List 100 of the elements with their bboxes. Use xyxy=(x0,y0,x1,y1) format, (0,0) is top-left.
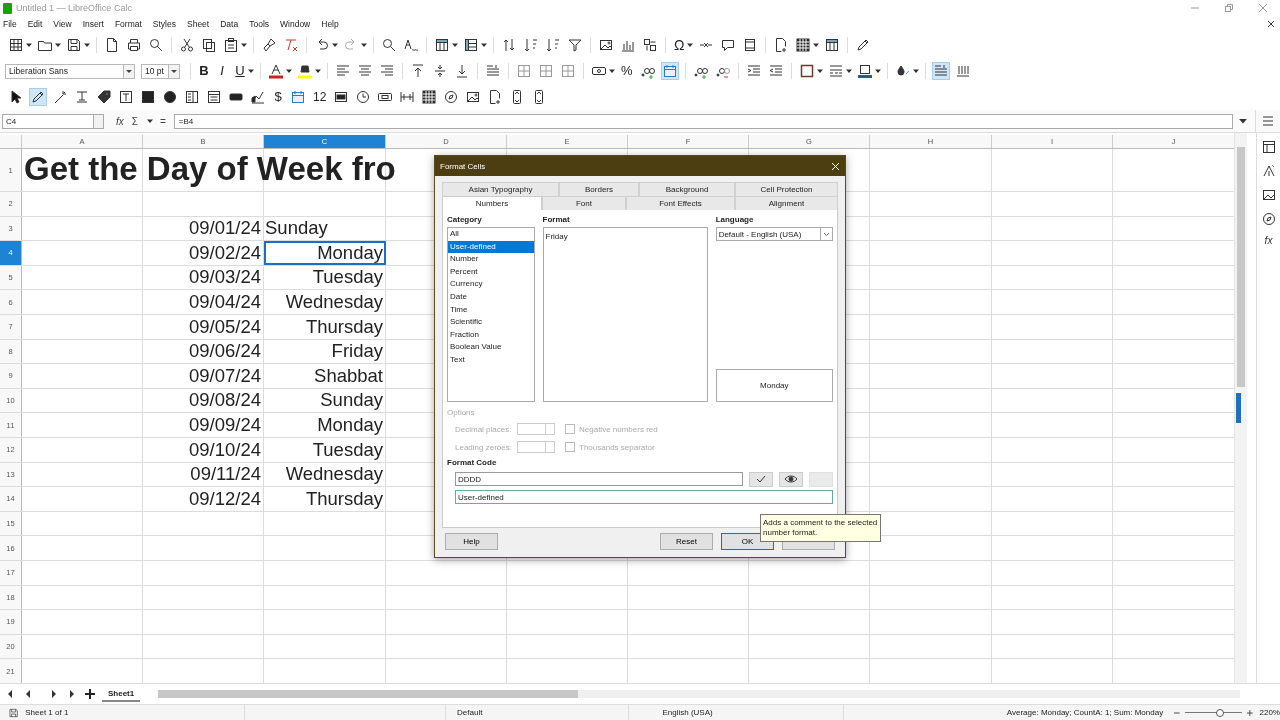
sum-button[interactable]: Σ xyxy=(131,115,138,127)
horizontal-scrollbar[interactable] xyxy=(158,690,1240,698)
pointer-icon[interactable] xyxy=(8,89,24,105)
navigator-icon[interactable] xyxy=(443,89,460,105)
caret-icon[interactable] xyxy=(480,41,488,49)
vertical-text-icon[interactable] xyxy=(954,63,971,79)
label-icon[interactable] xyxy=(74,89,90,105)
help-button[interactable]: Help xyxy=(445,533,498,550)
caret-icon[interactable] xyxy=(331,41,339,49)
dialog-tab[interactable]: Cell Protection xyxy=(735,182,838,196)
merge-cells-icon[interactable] xyxy=(516,63,532,79)
list-item[interactable]: Friday xyxy=(543,231,707,244)
pencil-icon[interactable] xyxy=(30,89,46,105)
grid-icon[interactable] xyxy=(8,37,24,53)
dropdown-button[interactable] xyxy=(124,63,135,79)
combo-box-icon[interactable] xyxy=(333,89,350,105)
caret-icon[interactable] xyxy=(844,67,853,75)
font-name-field[interactable]: Liberation Sans xyxy=(5,63,124,79)
menu-item[interactable]: Tools xyxy=(249,19,269,29)
align-middle-icon[interactable] xyxy=(432,63,448,79)
caret-icon[interactable] xyxy=(360,41,368,49)
currency-field-button[interactable]: $ xyxy=(273,89,283,105)
reset-button[interactable]: Reset xyxy=(660,533,713,550)
sort-descending-icon[interactable] xyxy=(523,37,539,53)
special-character-button[interactable]: Ω xyxy=(674,37,685,53)
menu-item[interactable]: Window xyxy=(280,19,311,29)
menu-item[interactable]: Edit xyxy=(27,19,43,29)
caret-icon[interactable] xyxy=(815,67,824,75)
align-center-icon[interactable] xyxy=(357,63,373,79)
page-icon[interactable] xyxy=(104,37,120,53)
border-color-icon[interactable] xyxy=(856,63,873,79)
merge-cells-icon[interactable] xyxy=(560,63,576,79)
text-lines-icon[interactable] xyxy=(485,63,501,79)
comment-field[interactable]: User-defined xyxy=(455,490,833,504)
font-size-field[interactable]: 10 pt xyxy=(141,63,169,79)
font-color-icon[interactable] xyxy=(268,63,284,79)
list-item[interactable]: Date xyxy=(448,290,534,304)
caret-icon[interactable] xyxy=(25,41,33,49)
caret-icon[interactable] xyxy=(247,67,255,75)
dialog-tab[interactable]: Background xyxy=(639,182,735,196)
caret-icon[interactable] xyxy=(285,67,293,75)
scissors-icon[interactable] xyxy=(179,37,195,53)
styles-icon[interactable] xyxy=(1260,163,1277,179)
dialog-tab[interactable]: Numbers xyxy=(442,196,542,210)
add-format-button[interactable] xyxy=(749,471,773,487)
formula-input[interactable]: =B4 xyxy=(173,113,1233,129)
image-icon[interactable] xyxy=(598,37,614,53)
image-icon[interactable] xyxy=(465,89,482,105)
dialog-tab[interactable]: Alignment xyxy=(735,196,838,210)
zoom-slider-thumb[interactable] xyxy=(1216,709,1225,717)
dialog-tab[interactable]: Font Effects xyxy=(626,196,735,210)
caret-icon[interactable] xyxy=(812,41,821,49)
spellcheck-icon[interactable] xyxy=(403,37,419,53)
zoom-level[interactable]: 220% xyxy=(1259,708,1280,717)
copy-icon[interactable] xyxy=(201,37,217,53)
scrollbar-icon[interactable] xyxy=(399,89,416,105)
underline-button[interactable]: U xyxy=(235,63,245,79)
name-box[interactable]: C4 xyxy=(2,113,94,129)
calendar-icon[interactable] xyxy=(290,89,306,105)
list-item[interactable]: All xyxy=(448,228,534,241)
properties-icon[interactable] xyxy=(1260,139,1277,155)
text-box-icon[interactable] xyxy=(118,89,134,105)
indent-icon[interactable] xyxy=(745,63,762,79)
list-item[interactable]: Text xyxy=(448,353,534,367)
caret-icon[interactable] xyxy=(820,228,832,240)
search-icon[interactable] xyxy=(381,37,397,53)
menu-icon[interactable] xyxy=(1260,113,1276,129)
restore-icon[interactable] xyxy=(1224,3,1234,13)
dialog-tab[interactable]: Font xyxy=(542,196,626,210)
align-top-icon[interactable] xyxy=(410,63,426,79)
formula-button[interactable]: = xyxy=(159,115,166,127)
format-code-field[interactable]: DDDD xyxy=(455,472,743,486)
menu-item[interactable]: File xyxy=(3,19,17,29)
bold-button[interactable]: B xyxy=(199,63,209,79)
border-icon[interactable] xyxy=(798,63,815,79)
format-list[interactable]: Friday xyxy=(542,227,708,402)
form-icon[interactable] xyxy=(206,89,222,105)
caret-icon[interactable] xyxy=(686,41,695,49)
table-icon[interactable] xyxy=(421,89,438,105)
filter-icon[interactable] xyxy=(567,37,583,53)
list-item[interactable]: Fraction xyxy=(448,328,534,342)
list-item[interactable]: User-defined xyxy=(448,240,534,254)
menu-item[interactable]: View xyxy=(53,19,72,29)
menu-item[interactable]: Data xyxy=(220,19,239,29)
chart-icon[interactable] xyxy=(250,89,266,105)
header-row-icon[interactable] xyxy=(824,37,841,53)
menu-item[interactable]: Styles xyxy=(152,19,176,29)
menu-item[interactable]: Help xyxy=(321,19,339,29)
vertical-scrollbar[interactable] xyxy=(1234,133,1247,683)
align-bottom-icon[interactable] xyxy=(454,63,470,79)
caret-icon[interactable] xyxy=(451,41,459,49)
caret-icon[interactable] xyxy=(911,67,920,75)
close-icon[interactable] xyxy=(1267,20,1275,28)
circle-icon[interactable] xyxy=(162,89,178,105)
caret-icon[interactable] xyxy=(83,41,91,49)
menu-item[interactable]: Format xyxy=(114,19,142,29)
gallery-icon[interactable] xyxy=(1260,187,1277,203)
table-icon[interactable] xyxy=(795,37,812,53)
italic-button[interactable]: I xyxy=(217,63,227,79)
caret-icon[interactable] xyxy=(608,67,616,75)
